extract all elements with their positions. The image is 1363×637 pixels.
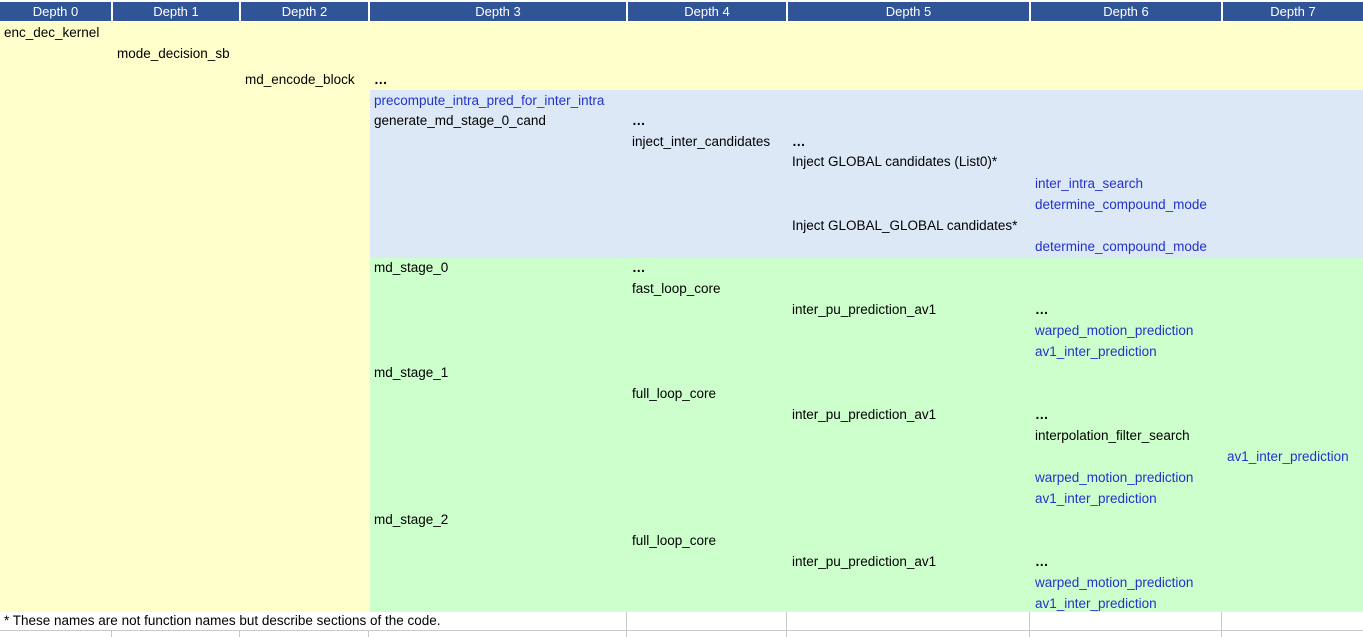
grid-line — [626, 631, 627, 637]
grid-line — [786, 612, 787, 630]
tree-link-precompute-intra-pred-for-inter-intra[interactable]: precompute_intra_pred_for_inter_intra — [374, 91, 604, 111]
tree-link-warped-motion-prediction[interactable]: warped_motion_prediction — [1035, 573, 1193, 593]
tree-node-ellipsis: … — [1035, 552, 1050, 572]
tree-node-md-stage-2: md_stage_2 — [374, 510, 448, 530]
tree-node-fast-loop-core: fast_loop_core — [632, 279, 721, 299]
tree-node-ellipsis: … — [1035, 405, 1050, 425]
tree-node-md-stage-1: md_stage_1 — [374, 363, 448, 383]
tree-link-determine-compound-mode[interactable]: determine_compound_mode — [1035, 237, 1207, 257]
footnote-text: * These names are not function names but… — [4, 612, 441, 630]
tree-node-inject-global-candidates-list0: Inject GLOBAL candidates (List0)* — [792, 152, 997, 172]
grid-line — [786, 631, 787, 637]
tree-link-determine-compound-mode[interactable]: determine_compound_mode — [1035, 195, 1207, 215]
tree-node-full-loop-core: full_loop_core — [632, 384, 716, 404]
tree-node-ellipsis: … — [792, 132, 807, 152]
tree-node-inject-inter-candidates: inject_inter_candidates — [632, 132, 770, 152]
tree-link-av1-inter-prediction[interactable]: av1_inter_prediction — [1035, 342, 1157, 362]
tree-node-md-encode-block: md_encode_block — [245, 70, 355, 90]
grid-line — [368, 631, 369, 637]
grid-line — [0, 630, 1363, 631]
tree-node-generate-md-stage-0-cand: generate_md_stage_0_cand — [374, 111, 546, 131]
tree-node-ellipsis: … — [632, 258, 647, 278]
tree-node-inter-pu-prediction-av1: inter_pu_prediction_av1 — [792, 300, 936, 320]
tree-node-ellipsis: … — [632, 111, 647, 131]
tree-link-av1-inter-prediction[interactable]: av1_inter_prediction — [1035, 594, 1157, 614]
tree-link-inter-intra-search[interactable]: inter_intra_search — [1035, 174, 1143, 194]
grid-line — [1029, 612, 1030, 630]
tree-node-enc-dec-kernel: enc_dec_kernel — [4, 23, 99, 43]
tree-link-av1-inter-prediction[interactable]: av1_inter_prediction — [1035, 489, 1157, 509]
tree-node-interpolation-filter-search: interpolation_filter_search — [1035, 426, 1190, 446]
tree-node-md-stage-0: md_stage_0 — [374, 258, 448, 278]
tree-node-inter-pu-prediction-av1: inter_pu_prediction_av1 — [792, 552, 936, 572]
tree-node-ellipsis: … — [374, 70, 389, 90]
header-cell-depth-2: Depth 2 — [241, 2, 368, 21]
grid-line — [1029, 631, 1030, 637]
tree-link-av1-inter-prediction[interactable]: av1_inter_prediction — [1227, 447, 1349, 467]
header-cell-depth-1: Depth 1 — [113, 2, 239, 21]
tree-link-warped-motion-prediction[interactable]: warped_motion_prediction — [1035, 321, 1193, 341]
region-yellow-left — [0, 90, 369, 612]
tree-node-full-loop-core: full_loop_core — [632, 531, 716, 551]
header-cell-depth-7: Depth 7 — [1223, 2, 1363, 21]
grid-line — [1221, 612, 1222, 630]
tree-node-inter-pu-prediction-av1: inter_pu_prediction_av1 — [792, 405, 936, 425]
header-cell-depth-4: Depth 4 — [628, 2, 786, 21]
tree-node-ellipsis: … — [1035, 300, 1050, 320]
header-cell-depth-3: Depth 3 — [370, 2, 626, 21]
tree-node-inject-global-global-candidates: Inject GLOBAL_GLOBAL candidates* — [792, 216, 1017, 236]
header-cell-depth-6: Depth 6 — [1031, 2, 1221, 21]
grid-line — [1221, 631, 1222, 637]
header-cell-depth-5: Depth 5 — [788, 2, 1029, 21]
header-cell-depth-0: Depth 0 — [0, 2, 111, 21]
grid-line — [111, 631, 112, 637]
call-tree-sheet: Depth 0Depth 1Depth 2Depth 3Depth 4Depth… — [0, 0, 1363, 637]
tree-link-warped-motion-prediction[interactable]: warped_motion_prediction — [1035, 468, 1193, 488]
grid-line — [626, 612, 627, 630]
grid-line — [239, 631, 240, 637]
tree-node-mode-decision-sb: mode_decision_sb — [117, 44, 230, 64]
